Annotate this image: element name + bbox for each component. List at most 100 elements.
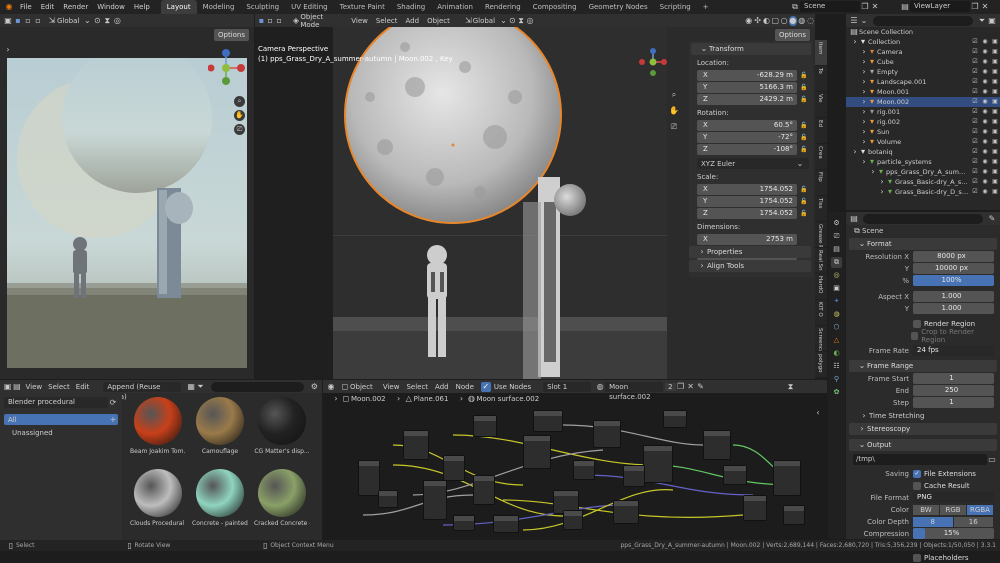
menu-help[interactable]: Help [134, 3, 150, 11]
asset-search[interactable] [211, 381, 304, 392]
camera-icon[interactable]: ▣ [990, 157, 1000, 167]
shader-node[interactable] [533, 410, 563, 432]
lock-icon[interactable]: 🔓 [799, 145, 809, 155]
location-x-field[interactable]: X -628.29 m [697, 70, 797, 81]
camera-icon[interactable]: ▣ [990, 127, 1000, 137]
outliner-item[interactable]: › ▾ Collection ☑ ◉ ▣ [846, 37, 1000, 47]
eye-icon[interactable]: ◉ [980, 47, 990, 57]
shader-node[interactable] [703, 430, 731, 460]
orientation-dropdown[interactable]: Global [473, 17, 495, 25]
checkbox-icon[interactable]: ☑ [970, 87, 980, 97]
checkbox-icon[interactable]: ☑ [970, 137, 980, 147]
proportional-edit-icon[interactable]: ◎ [112, 16, 122, 26]
properties-tab-icon[interactable]: ⚲ [831, 374, 842, 385]
snap-icon[interactable]: ⧗ [102, 16, 112, 26]
properties-tab-icon[interactable]: ▤ [831, 244, 842, 255]
duplicate-icon[interactable]: ❐ [860, 2, 870, 12]
sidebar-tab[interactable]: Real Sn [815, 248, 827, 273]
shader-node[interactable] [593, 420, 621, 448]
checkbox-icon[interactable]: ☑ [970, 97, 980, 107]
left-viewport[interactable]: ▣ ▪ ▫ ▫ ⇲ Global ⌄ ⊙ ⧗ ◎ Options › ⌕ ✋ ⎚ [0, 14, 254, 379]
xray-icon[interactable]: ▢ [771, 16, 780, 26]
properties-tab-icon[interactable]: ⚙ [831, 218, 842, 229]
eye-icon[interactable]: ◉ [980, 117, 990, 127]
properties-tab-icon[interactable]: ☷ [831, 361, 842, 372]
checkbox-icon[interactable]: ☑ [970, 37, 980, 47]
select-box-icon[interactable]: ▪ [257, 16, 266, 26]
gizmo-icon[interactable]: ✣ [753, 16, 762, 26]
frame-rate-field[interactable]: 24 fps [913, 345, 994, 356]
shader-node[interactable] [573, 460, 595, 480]
select-box-icon[interactable]: ▪ [13, 16, 23, 26]
outliner-item[interactable]: ›▾Grass_Basic-dry_D_spring-s☑◉▣ [846, 187, 1000, 197]
resolution-percentage-field[interactable]: 100% [913, 275, 994, 286]
shader-node[interactable] [723, 465, 747, 485]
checkbox-icon[interactable]: ☑ [970, 47, 980, 57]
pivot-icon[interactable]: ⊙ [92, 16, 102, 26]
new-collection-icon[interactable]: ▣ [987, 16, 997, 26]
eye-icon[interactable]: ◉ [980, 157, 990, 167]
output-path-field[interactable]: /tmp\ [853, 454, 987, 465]
eye-icon[interactable]: ◉ [744, 16, 753, 26]
material-shading-icon[interactable]: ◍ [797, 16, 806, 26]
shader-node[interactable] [563, 510, 583, 530]
outliner-item[interactable]: › ▾ Cube ☑ ◉ ▣ [846, 57, 1000, 67]
outliner-item[interactable]: ›▾Grass_Basic-dry_A_spring-s☑◉▣ [846, 177, 1000, 187]
camera-icon[interactable]: ▣ [990, 87, 1000, 97]
stereoscopy-panel-header[interactable]: › Stereoscopy [849, 423, 997, 435]
scale-z-field[interactable]: Z 1754.052 [697, 208, 797, 219]
camera-view-icon[interactable]: ⎚ [669, 122, 679, 132]
lock-icon[interactable]: 🔓 [799, 83, 809, 93]
close-icon[interactable]: ✕ [870, 2, 880, 12]
camera-icon[interactable]: ▣ [990, 57, 1000, 67]
tab-geometry-nodes[interactable]: Geometry Nodes [583, 0, 654, 14]
sidebar-tab[interactable]: To [815, 66, 827, 91]
blender-logo-icon[interactable]: ◉ [4, 2, 14, 12]
eye-icon[interactable]: ◉ [980, 57, 990, 67]
shader-node[interactable] [453, 515, 475, 531]
checkbox[interactable] [913, 553, 921, 562]
checkbox[interactable]: ✓ [913, 469, 921, 478]
outliner-item[interactable]: › ▾ particle_systems ☑ ◉ ▣ [846, 157, 1000, 167]
menu-window[interactable]: Window [97, 3, 125, 11]
camera-icon[interactable]: ▣ [990, 77, 1000, 87]
orientation-dropdown[interactable]: Global [57, 17, 79, 25]
camera-icon[interactable]: ▣ [990, 47, 1000, 57]
navigation-gizmo[interactable] [639, 48, 667, 78]
properties-tab-icon[interactable]: ▣ [831, 283, 842, 294]
sidebar-tab[interactable]: Crea [815, 144, 827, 169]
lock-icon[interactable]: 🔓 [799, 133, 809, 143]
camera-icon[interactable]: ▣ [990, 187, 1000, 197]
camera-icon[interactable]: ▣ [990, 147, 1000, 157]
menu-edit[interactable]: Edit [76, 383, 90, 391]
material-name-field[interactable]: Moon surface.002 [605, 381, 664, 401]
location-y-field[interactable]: Y 5166.3 m [697, 82, 797, 93]
pivot-icon[interactable]: ⊙ [508, 16, 517, 26]
sidebar-tab[interactable]: Ed [815, 118, 827, 143]
shader-type-dropdown[interactable]: Object [350, 383, 373, 391]
material-users-count[interactable]: 2 [665, 382, 676, 391]
sidebar-tab[interactable]: Grease Pe [815, 222, 827, 247]
shader-node[interactable] [473, 475, 495, 505]
properties-search[interactable] [863, 213, 983, 224]
shader-node[interactable] [403, 430, 429, 460]
aspect-x-field[interactable]: 1.000 [913, 291, 994, 302]
scene-collection-row[interactable]: ▤ Scene Collection [846, 27, 1000, 37]
outliner-item[interactable]: › ▾ Volume ☑ ◉ ▣ [846, 137, 1000, 147]
tab-sculpting[interactable]: Sculpting [240, 0, 285, 14]
asset-tile[interactable]: Cracked Concrete -... [254, 469, 310, 527]
shader-node[interactable] [783, 505, 805, 525]
tab-modeling[interactable]: Modeling [197, 0, 241, 14]
menu-view[interactable]: View [26, 383, 43, 391]
camera-icon[interactable]: ▣ [990, 37, 1000, 47]
time-stretching-section[interactable]: › Time Stretching [849, 410, 997, 421]
tab-compositing[interactable]: Compositing [527, 0, 583, 14]
checkbox-icon[interactable]: ☑ [970, 147, 980, 157]
outliner-item[interactable]: › ▾ Moon.001 ☑ ◉ ▣ [846, 87, 1000, 97]
shader-node[interactable] [358, 460, 380, 496]
transform-header[interactable]: ⌄ Transform [691, 43, 811, 55]
sidebar-tab[interactable]: Item [815, 40, 827, 65]
camera-icon[interactable]: ▣ [990, 117, 1000, 127]
pan-hand-icon[interactable]: ✋ [234, 110, 245, 121]
view-layer-selector[interactable]: ▤ ViewLayer ❐ ✕ [900, 1, 990, 12]
